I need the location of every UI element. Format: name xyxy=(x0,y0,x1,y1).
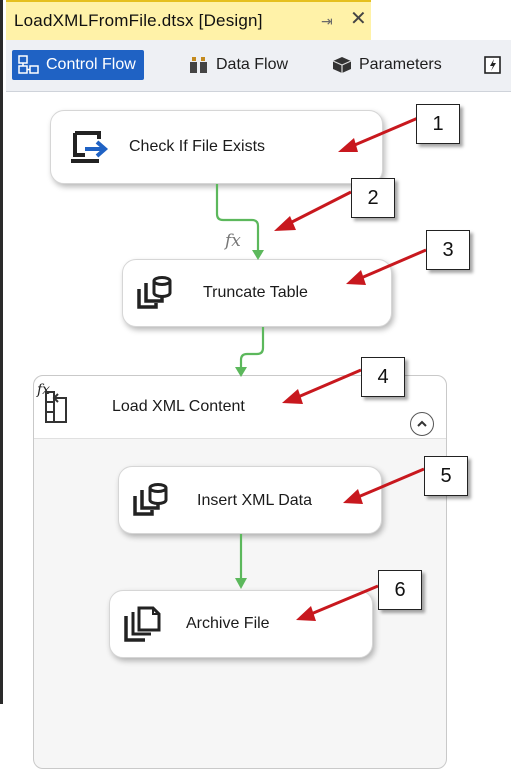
tab-parameters[interactable]: Parameters xyxy=(331,50,442,80)
pin-icon[interactable]: ⇥ xyxy=(321,13,333,30)
close-icon[interactable]: ✕ xyxy=(350,9,367,29)
precedence-arrow-1-head xyxy=(252,250,264,260)
document-tab[interactable]: LoadXMLFromFile.dtsx [Design] ⇥ ✕ xyxy=(6,0,371,40)
callout-1: 1 xyxy=(416,104,460,144)
tab-data-flow[interactable]: Data Flow xyxy=(188,50,288,80)
annotation-arrow-6 xyxy=(296,584,379,621)
precedence-arrow-1 xyxy=(215,184,260,252)
tab-data-flow-label: Data Flow xyxy=(216,56,289,73)
designer-window: LoadXMLFromFile.dtsx [Design] ⇥ ✕ Contro… xyxy=(0,0,511,769)
callout-3: 3 xyxy=(426,230,470,270)
tab-control-flow-label: Control Flow xyxy=(46,56,136,73)
tab-parameters-label: Parameters xyxy=(359,56,442,73)
tab-strip-empty xyxy=(371,0,511,40)
parameters-icon xyxy=(331,55,353,75)
precedence-arrow-2-head xyxy=(235,367,247,377)
annotation-arrow-4 xyxy=(282,368,362,404)
designer-tab-bar: Control Flow Data Flow Parameters xyxy=(6,40,511,92)
data-flow-icon xyxy=(188,55,210,75)
precedence-arrow-2 xyxy=(239,327,265,368)
annotation-arrow-2 xyxy=(274,190,352,231)
control-flow-icon xyxy=(18,55,40,75)
connector-overlay xyxy=(215,116,427,621)
annotation-arrow-1 xyxy=(338,116,419,152)
callout-5: 5 xyxy=(424,456,468,496)
event-handlers-icon xyxy=(482,55,504,75)
precedence-arrow-3-head xyxy=(235,578,247,589)
callout-4: 4 xyxy=(361,357,405,397)
annotation-arrow-3 xyxy=(346,248,427,285)
control-flow-canvas[interactable]: Check If File Exists Truncate Table fx L… xyxy=(6,92,511,769)
annotation-arrow-5 xyxy=(343,467,425,504)
callout-2: 2 xyxy=(351,178,395,218)
tab-event-handlers[interactable] xyxy=(482,50,510,80)
document-tab-title: LoadXMLFromFile.dtsx [Design] xyxy=(14,11,263,30)
tab-control-flow[interactable]: Control Flow xyxy=(12,50,144,80)
callout-6: 6 xyxy=(378,570,422,610)
